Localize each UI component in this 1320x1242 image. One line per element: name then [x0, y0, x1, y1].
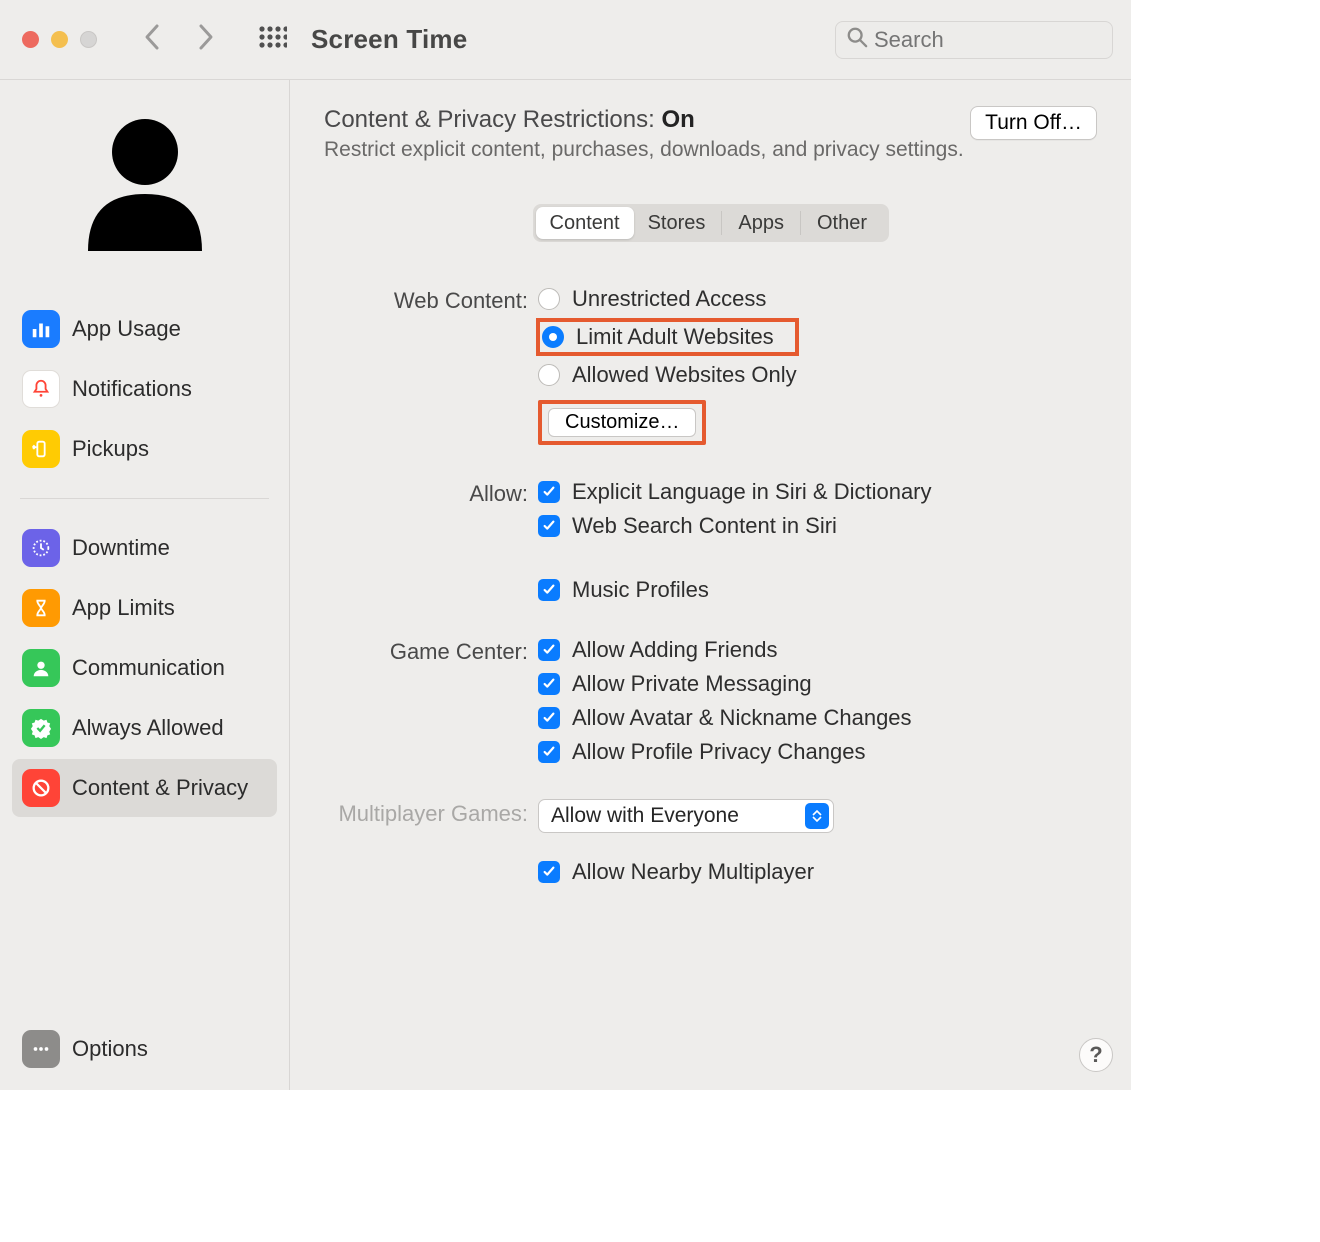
check-gc-pm[interactable]: Allow Private Messaging [538, 671, 912, 697]
profile-avatar [12, 102, 277, 262]
sidebar-item-label: Downtime [72, 535, 170, 561]
minimize-window-button[interactable] [51, 31, 68, 48]
sidebar-item-app-usage[interactable]: App Usage [12, 300, 277, 358]
nav-buttons [141, 23, 217, 57]
sidebar-item-label: Always Allowed [72, 715, 224, 741]
updown-chevron-icon [805, 803, 829, 829]
pickup-icon [22, 430, 60, 468]
check-music-profiles[interactable]: Music Profiles [538, 577, 932, 603]
radio-allowed-only[interactable]: Allowed Websites Only [538, 362, 797, 388]
check-gc-friends[interactable]: Allow Adding Friends [538, 637, 912, 663]
tab-apps[interactable]: Apps [724, 207, 798, 239]
ellipsis-icon [22, 1030, 60, 1068]
sidebar-item-notifications[interactable]: Notifications [12, 360, 277, 418]
radio-label: Limit Adult Websites [576, 324, 774, 350]
close-window-button[interactable] [22, 31, 39, 48]
check-label: Music Profiles [572, 577, 709, 603]
sidebar-item-label: Content & Privacy [72, 775, 248, 801]
search-input[interactable] [874, 27, 1102, 53]
sidebar-item-label: Communication [72, 655, 225, 681]
sidebar-item-label: Notifications [72, 376, 192, 402]
sidebar-item-communication[interactable]: Communication [12, 639, 277, 697]
clock-icon [22, 529, 60, 567]
radio-unrestricted[interactable]: Unrestricted Access [538, 286, 797, 312]
toolbar: Screen Time [0, 0, 1131, 80]
section-subheading: Restrict explicit content, purchases, do… [324, 138, 964, 162]
no-entry-icon [22, 769, 60, 807]
bar-chart-icon [22, 310, 60, 348]
tab-content[interactable]: Content [536, 207, 634, 239]
page-title: Screen Time [311, 24, 467, 55]
person-icon [22, 649, 60, 687]
check-label: Allow Adding Friends [572, 637, 777, 663]
tab-stores[interactable]: Stores [634, 207, 720, 239]
sidebar-item-label: App Limits [72, 595, 175, 621]
customize-button[interactable]: Customize… [548, 408, 696, 437]
check-explicit-siri[interactable]: Explicit Language in Siri & Dictionary [538, 479, 932, 505]
game-center-label: Game Center: [324, 637, 538, 765]
check-label: Allow Private Messaging [572, 671, 812, 697]
check-web-siri[interactable]: Web Search Content in Siri [538, 513, 932, 539]
allow-label: Allow: [324, 479, 538, 603]
sidebar-item-downtime[interactable]: Downtime [12, 519, 277, 577]
segmented-control: Content Stores Apps Other [533, 204, 889, 242]
check-label: Allow Avatar & Nickname Changes [572, 705, 912, 731]
back-button[interactable] [141, 23, 165, 57]
sidebar: App Usage Notifications Pickups Downtime [0, 80, 290, 1090]
sidebar-item-always-allowed[interactable]: Always Allowed [12, 699, 277, 757]
multiplayer-label: Multiplayer Games: [324, 799, 538, 885]
zoom-window-button[interactable] [80, 31, 97, 48]
check-nearby-mp[interactable]: Allow Nearby Multiplayer [538, 859, 834, 885]
sidebar-item-content-privacy[interactable]: Content & Privacy [12, 759, 277, 817]
search-field[interactable] [835, 21, 1113, 59]
check-label: Allow Profile Privacy Changes [572, 739, 865, 765]
main-panel: Content & Privacy Restrictions: On Restr… [290, 80, 1131, 1090]
help-button[interactable]: ? [1079, 1038, 1113, 1072]
check-label: Web Search Content in Siri [572, 513, 837, 539]
sidebar-separator [20, 498, 269, 499]
check-label: Allow Nearby Multiplayer [572, 859, 814, 885]
bell-icon [22, 370, 60, 408]
sidebar-item-options[interactable]: Options [12, 1020, 277, 1078]
sidebar-item-label: App Usage [72, 316, 181, 342]
multiplayer-select[interactable]: Allow with Everyone [538, 799, 834, 833]
radio-limit-adult[interactable]: Limit Adult Websites [542, 324, 774, 350]
show-all-icon[interactable] [259, 26, 287, 54]
check-label: Explicit Language in Siri & Dictionary [572, 479, 932, 505]
radio-label: Allowed Websites Only [572, 362, 797, 388]
check-gc-avatar[interactable]: Allow Avatar & Nickname Changes [538, 705, 912, 731]
sidebar-item-label: Options [72, 1036, 148, 1062]
check-badge-icon [22, 709, 60, 747]
web-content-label: Web Content: [324, 286, 538, 445]
sidebar-item-label: Pickups [72, 436, 149, 462]
forward-button[interactable] [193, 23, 217, 57]
radio-label: Unrestricted Access [572, 286, 766, 312]
hourglass-icon [22, 589, 60, 627]
section-heading: Content & Privacy Restrictions: On [324, 106, 964, 134]
turn-off-button[interactable]: Turn Off… [970, 106, 1097, 140]
check-gc-profile[interactable]: Allow Profile Privacy Changes [538, 739, 912, 765]
window-controls [22, 31, 97, 48]
search-icon [846, 26, 874, 54]
tab-other[interactable]: Other [803, 207, 881, 239]
select-value: Allow with Everyone [551, 804, 739, 828]
sidebar-item-pickups[interactable]: Pickups [12, 420, 277, 478]
sidebar-item-app-limits[interactable]: App Limits [12, 579, 277, 637]
